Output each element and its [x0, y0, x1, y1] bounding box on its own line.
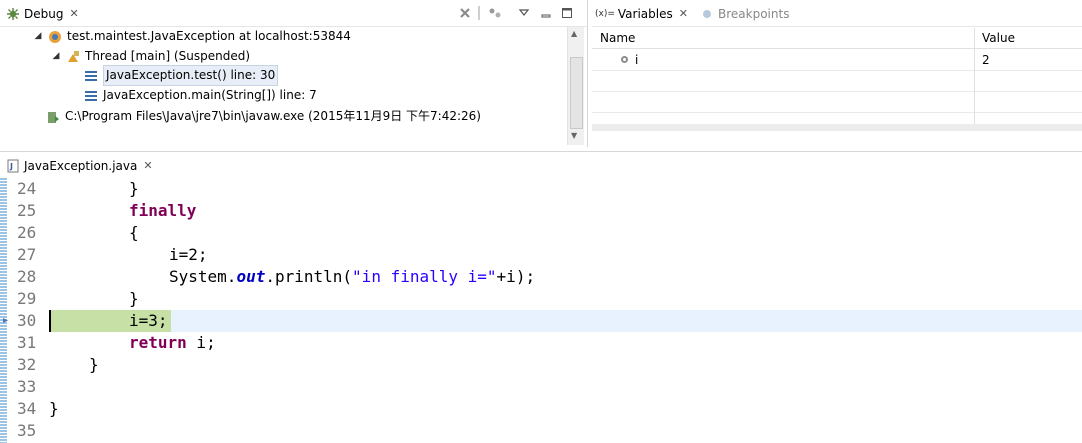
- maximize-icon[interactable]: [559, 5, 575, 21]
- debug-view: Debug ✕ ◢ test.maintest.JavaException at…: [0, 0, 588, 147]
- tree-item-label: JavaException.main(String[]) line: 7: [103, 88, 317, 102]
- line-number: 30: [17, 311, 37, 330]
- tree-item-label: Thread [main] (Suspended): [85, 49, 250, 63]
- code-line-26[interactable]: {: [129, 222, 139, 244]
- remove-terminated-icon[interactable]: [457, 5, 473, 21]
- tree-item-thread[interactable]: ◢ Thread [main] (Suspended): [51, 47, 250, 66]
- scroll-down-icon[interactable]: ▼: [571, 131, 577, 140]
- current-line-highlight: [49, 310, 1082, 332]
- code-token-field: out: [236, 267, 266, 286]
- close-icon[interactable]: ✕: [69, 7, 78, 20]
- view-menu-icon[interactable]: [516, 5, 532, 21]
- line-number: 35: [17, 421, 37, 440]
- code-line-25[interactable]: finally: [129, 200, 196, 222]
- column-value[interactable]: Value: [982, 28, 1015, 48]
- line-number: 25: [17, 201, 37, 220]
- debug-bug-icon: [6, 7, 20, 21]
- line-number: 34: [17, 399, 37, 418]
- tab-java-file-label: JavaException.java: [24, 158, 138, 173]
- empty-row: [592, 71, 1082, 92]
- minimize-icon[interactable]: [538, 5, 554, 21]
- code-line-29[interactable]: }: [129, 288, 139, 310]
- process-icon: [45, 109, 61, 125]
- stack-frame-icon: [83, 88, 99, 104]
- code-token: .println(: [265, 267, 353, 286]
- stack-frame-icon: [83, 68, 99, 84]
- code-token: System.: [169, 267, 237, 286]
- variable-icon: [620, 50, 629, 70]
- code-token: +i);: [496, 267, 536, 286]
- tab-breakpoints[interactable]: Breakpoints: [700, 3, 789, 24]
- svg-text:J: J: [9, 162, 13, 171]
- line-number: 32: [17, 355, 37, 374]
- editor-tab-bar: J JavaException.java ✕: [0, 151, 1082, 179]
- vertical-scrollbar[interactable]: ▲ ▼: [567, 27, 584, 145]
- toolbar-separator: [478, 6, 480, 20]
- overview-ruler: [0, 178, 7, 443]
- code-token: i;: [186, 333, 216, 352]
- java-file-icon: J: [6, 159, 20, 173]
- close-icon[interactable]: ✕: [143, 159, 152, 172]
- line-number: 31: [17, 333, 37, 352]
- code-line-32[interactable]: }: [89, 354, 99, 376]
- breakpoint-icon: [700, 7, 714, 21]
- horizontal-scrollbar[interactable]: [592, 124, 1082, 131]
- code-editor[interactable]: 24 25 26 27 28 29 30 31 32 33 34 35 } fi…: [0, 178, 1082, 443]
- code-line-31[interactable]: return i;: [129, 332, 216, 354]
- code-token-string: "in finally i=": [352, 267, 497, 286]
- tab-debug-label: Debug: [24, 6, 64, 21]
- tab-debug[interactable]: Debug ✕: [6, 3, 79, 24]
- line-number: 26: [17, 223, 37, 242]
- line-number: 33: [17, 377, 37, 396]
- tab-java-file[interactable]: J JavaException.java ✕: [6, 155, 153, 176]
- code-token-keyword: return: [129, 333, 187, 352]
- tree-item-label: JavaException.test() line: 30: [103, 65, 279, 86]
- thread-icon: [65, 49, 81, 65]
- tree-item-label: test.maintest.JavaException at localhost…: [67, 29, 351, 43]
- code-line-24[interactable]: }: [129, 178, 139, 200]
- tree-item-frame-main[interactable]: JavaException.main(String[]) line: 7: [83, 86, 317, 105]
- tab-breakpoints-label: Breakpoints: [718, 6, 790, 21]
- expand-arrow-icon[interactable]: ◢: [33, 27, 43, 46]
- variables-icon: (x)=: [595, 8, 615, 19]
- code-line-30[interactable]: i=3;: [129, 310, 168, 332]
- close-icon[interactable]: ✕: [679, 7, 688, 20]
- launch-icon: [47, 29, 63, 45]
- tree-item-label: C:\Program Files\Java\jre7\bin\javaw.exe…: [65, 109, 481, 123]
- code-line-27[interactable]: i=2;: [169, 244, 208, 266]
- column-name[interactable]: Name: [600, 28, 635, 48]
- variable-row[interactable]: i 2: [592, 50, 1082, 71]
- tab-variables[interactable]: (x)= Variables ✕: [595, 3, 688, 24]
- tab-variables-label: Variables: [617, 6, 673, 21]
- scroll-up-icon[interactable]: ▲: [571, 29, 577, 38]
- variable-name: i: [635, 53, 639, 67]
- tree-item-launch[interactable]: ◢ test.maintest.JavaException at localho…: [33, 27, 351, 46]
- scroll-thumb[interactable]: [570, 57, 583, 129]
- connect-icon[interactable]: [487, 5, 503, 21]
- column-divider: [974, 28, 975, 124]
- variables-tab-bar: (x)= Variables ✕ Breakpoints: [592, 0, 1082, 27]
- code-line-34[interactable]: }: [49, 398, 59, 420]
- empty-row: [592, 92, 1082, 113]
- instruction-pointer-icon: [3, 318, 8, 323]
- tree-item-frame-test[interactable]: JavaException.test() line: 30: [83, 65, 279, 86]
- line-number: 28: [17, 267, 37, 286]
- tree-item-process[interactable]: C:\Program Files\Java\jre7\bin\javaw.exe…: [45, 107, 481, 126]
- variables-view: (x)= Variables ✕ Breakpoints Name Value …: [592, 0, 1082, 147]
- empty-row: [592, 113, 1082, 123]
- code-line-28[interactable]: System.out.println("in finally i="+i);: [169, 266, 535, 288]
- line-number: 24: [17, 179, 37, 198]
- line-number: 29: [17, 289, 37, 308]
- line-number: 27: [17, 245, 37, 264]
- debug-tab-bar: Debug ✕: [0, 0, 587, 27]
- variables-header: Name Value: [592, 28, 1082, 49]
- variable-value: 2: [982, 53, 990, 67]
- expand-arrow-icon[interactable]: ◢: [51, 47, 61, 66]
